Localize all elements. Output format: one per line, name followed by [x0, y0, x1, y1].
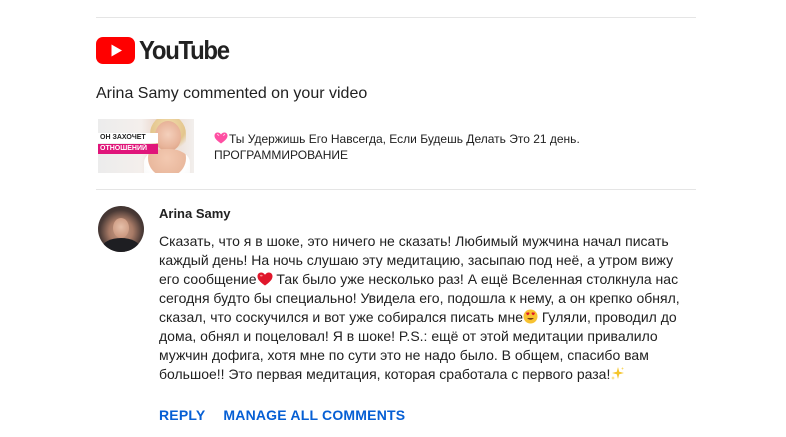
thumbnail-caption-1: ОН ЗАХОЧЕТ	[98, 133, 158, 143]
email-body: YouTube Arina Samy commented on your vid…	[96, 0, 696, 437]
comment-line-3: его сообщение Так было уже несколько раз…	[159, 270, 699, 289]
video-title-line-1: Ты Удержишь Его Навсегда, Если Будешь Де…	[229, 132, 580, 146]
avatar[interactable]	[98, 206, 144, 252]
video-thumbnail[interactable]: ОН ЗАХОЧЕТ ОТНОШЕНИЙ	[98, 119, 194, 173]
top-divider	[96, 17, 696, 18]
youtube-play-icon	[96, 36, 135, 64]
thumbnail-face	[155, 121, 181, 151]
video-title[interactable]: Ты Удержишь Его Навсегда, Если Будешь Де…	[214, 131, 684, 163]
video-title-line-2: ПРОГРАММИРОВАНИЕ	[214, 148, 348, 162]
comment-actions: REPLY MANAGE ALL COMMENTS	[159, 407, 405, 423]
comment-line-1: Сказать, что я в шоке, это ничего не ска…	[159, 233, 669, 249]
reply-link[interactable]: REPLY	[159, 407, 205, 423]
notification-headline: Arina Samy commented on your video	[96, 85, 368, 102]
avatar-shirt	[102, 238, 140, 252]
heart-eyes-face-icon	[523, 309, 538, 324]
section-divider	[96, 189, 696, 190]
comment-line-2: каждый день! На ночь слушаю эту медитаци…	[159, 252, 674, 268]
comment-line-6: дома, обнял и поцеловал! Я в шоке! P.S.:…	[159, 328, 658, 344]
comment-line-7: мужчин дофига, хотя мне по сути это не н…	[159, 347, 649, 363]
red-heart-icon	[257, 272, 272, 286]
comment-line-3-b: Так было уже несколько раз! А ещё Вселен…	[272, 271, 679, 287]
comment-text: Сказать, что я в шоке, это ничего не ска…	[159, 232, 699, 384]
comment-line-3-a: его сообщение	[159, 271, 257, 287]
manage-all-comments-link[interactable]: MANAGE ALL COMMENTS	[223, 407, 405, 423]
sparkles-icon	[611, 367, 625, 380]
comment-line-4: сегодня будто бы специально! Увидела его…	[159, 290, 680, 306]
comment-line-5-b: Гуляли, проводил до	[538, 309, 677, 325]
comment-line-5-a: сказал, что соскучился и вот уже собирал…	[159, 309, 523, 325]
logo-wordmark: YouTube	[139, 35, 230, 65]
comment-line-8-a: большое!! Это первая медитация, которая …	[159, 366, 611, 382]
avatar-face	[113, 218, 129, 238]
pink-heart-icon	[214, 132, 228, 144]
comment-line-8: большое!! Это первая медитация, которая …	[159, 365, 699, 384]
comment-author: Arina Samy	[159, 206, 231, 221]
youtube-logo[interactable]: YouTube	[96, 36, 237, 64]
comment-line-5: сказал, что соскучился и вот уже собирал…	[159, 308, 699, 327]
thumbnail-caption-2: ОТНОШЕНИЙ	[98, 144, 158, 154]
